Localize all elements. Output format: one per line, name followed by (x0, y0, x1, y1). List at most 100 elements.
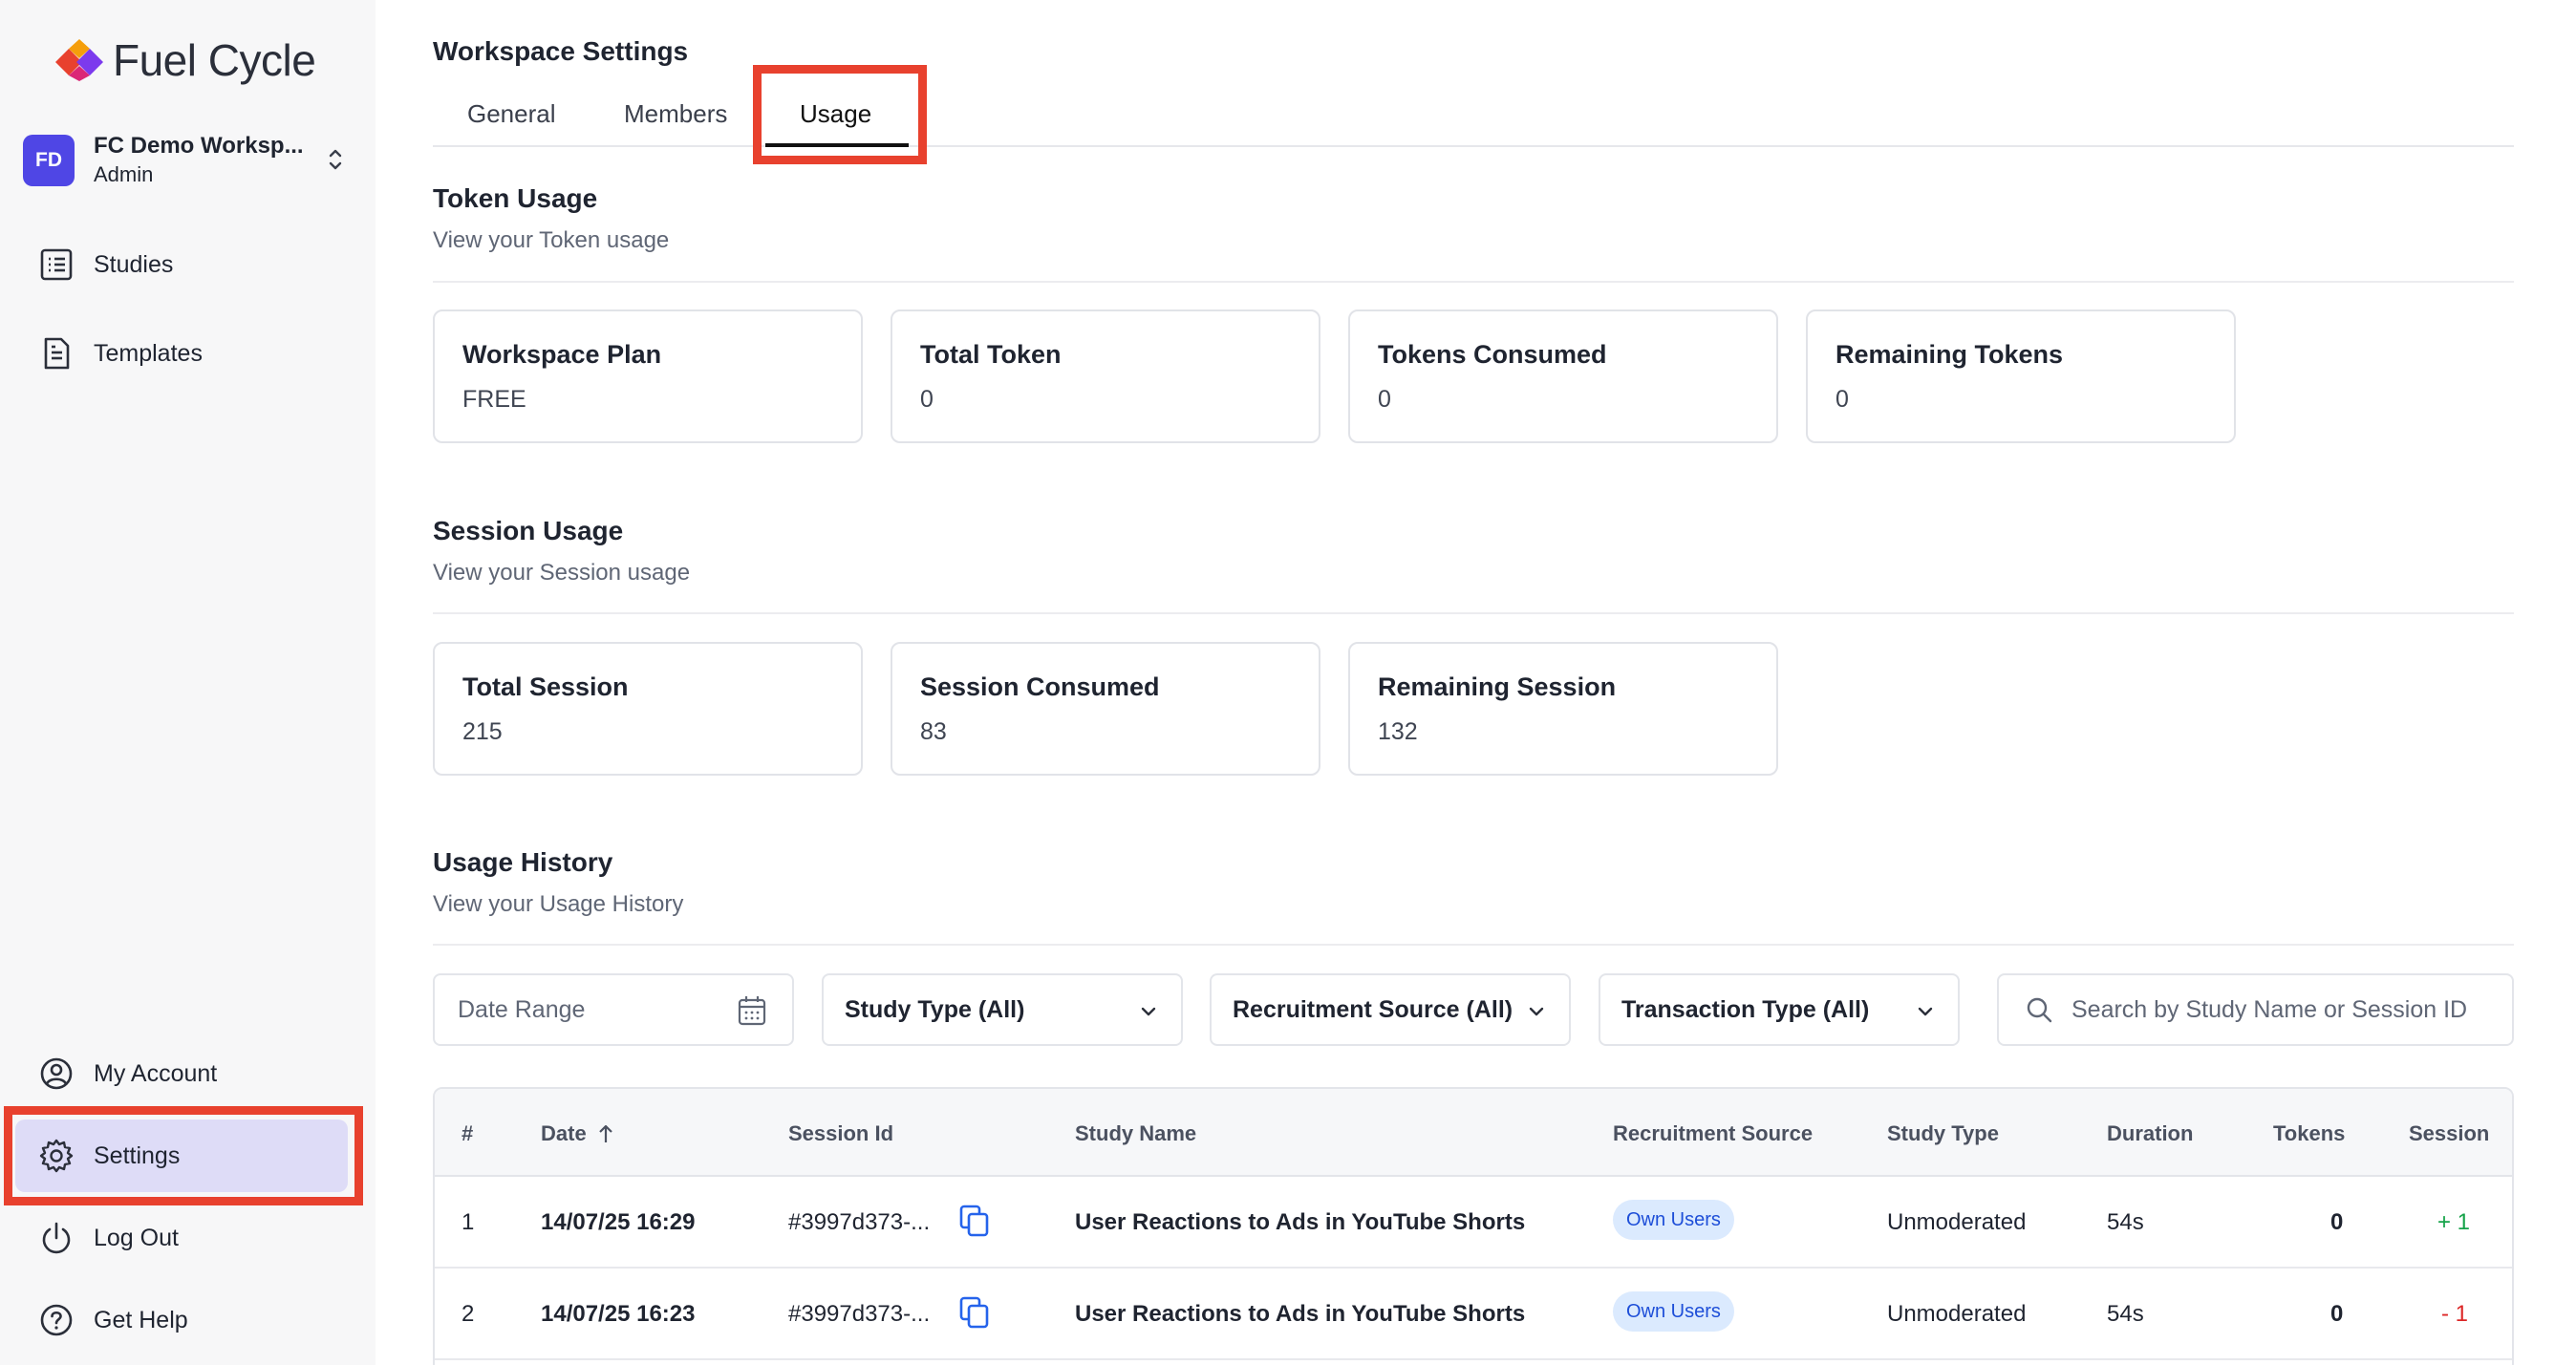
stat-value: FREE (462, 386, 526, 413)
column-header-date[interactable]: Date (541, 1121, 615, 1146)
sidebar-item-studies[interactable]: Studies (38, 241, 173, 288)
table-row[interactable]: 1 14/07/25 16:29 #3997d373-... User Reac… (435, 1177, 2512, 1269)
cell-session-change: - 1 (2441, 1301, 2469, 1327)
highlight-box-settings (4, 1106, 363, 1205)
list-icon (38, 246, 75, 283)
transaction-type-value: Transaction Type (All) (1621, 995, 1870, 1023)
help-circle-icon (38, 1302, 75, 1338)
session-usage-subtitle: View your Session usage (433, 560, 691, 586)
user-circle-icon (38, 1056, 75, 1092)
column-header-tokens: Tokens (2273, 1121, 2346, 1145)
sidebar-item-templates[interactable]: Templates (38, 330, 203, 377)
brand-logo[interactable]: Fuel Cycle (55, 35, 316, 85)
cell-tokens: 0 (2330, 1301, 2344, 1327)
stat-card-tokens-consumed: Tokens Consumed 0 (1348, 309, 1778, 443)
table-row[interactable]: 2 14/07/25 16:23 #3997d373-... User Reac… (435, 1269, 2512, 1360)
date-range-picker[interactable]: Date Range (433, 973, 794, 1046)
token-usage-title: Token Usage (433, 183, 598, 213)
usage-history-subtitle: View your Usage History (433, 891, 684, 917)
divider (433, 281, 2514, 283)
tab-members[interactable]: Members (624, 99, 727, 129)
stat-value: 0 (1835, 386, 1849, 413)
column-header-session: Session (2409, 1121, 2490, 1145)
table-header: # Date Session Id Study Name Recruitment… (435, 1089, 2512, 1177)
usage-history-title: Usage History (433, 847, 613, 877)
cell-study-type: Unmoderated (1887, 1301, 2027, 1327)
sidebar-item-label: My Account (94, 1059, 218, 1087)
sidebar-item-label: Get Help (94, 1306, 188, 1333)
calendar-icon (738, 996, 766, 1026)
column-header-session-id: Session Id (788, 1121, 894, 1145)
recruitment-source-select[interactable]: Recruitment Source (All) (1210, 973, 1571, 1046)
cell-duration: 54s (2107, 1301, 2144, 1327)
cell-study-name: User Reactions to Ads in YouTube Shorts (1075, 1301, 1526, 1327)
stat-card-workspace-plan: Workspace Plan FREE (433, 309, 863, 443)
divider (433, 612, 2514, 614)
fuel-cycle-logo-icon (55, 39, 103, 81)
column-header-recruitment-source: Recruitment Source (1613, 1121, 1814, 1145)
date-range-placeholder: Date Range (458, 995, 586, 1023)
cell-date: 14/07/25 16:29 (541, 1209, 696, 1235)
chevron-up-down-icon (329, 149, 342, 170)
workspace-avatar: FD (23, 135, 75, 186)
usage-history-table: # Date Session Id Study Name Recruitment… (433, 1087, 2514, 1365)
transaction-type-select[interactable]: Transaction Type (All) (1599, 973, 1960, 1046)
workspace-name: FC Demo Worksp... (94, 133, 304, 159)
token-usage-subtitle: View your Token usage (433, 227, 670, 253)
copy-icon[interactable] (958, 1204, 991, 1238)
stat-label: Remaining Session (1378, 672, 1617, 701)
sidebar-item-label: Log Out (94, 1224, 179, 1251)
tab-general[interactable]: General (467, 99, 556, 129)
stat-value: 132 (1378, 718, 1418, 745)
chevron-down-icon (1529, 1007, 1544, 1016)
stat-label: Workspace Plan (462, 340, 662, 369)
chevron-down-icon (1918, 1007, 1933, 1016)
column-header-number: # (462, 1121, 474, 1145)
document-icon (38, 335, 75, 372)
divider (433, 944, 2514, 946)
stat-value: 215 (462, 718, 503, 745)
sidebar-item-my-account[interactable]: My Account (38, 1050, 217, 1098)
stat-card-total-session: Total Session 215 (433, 642, 863, 776)
sidebar-item-log-out[interactable]: Log Out (38, 1214, 179, 1262)
sidebar: Fuel Cycle FD FC Demo Worksp... Admin St… (0, 0, 376, 1365)
stat-value: 83 (920, 718, 947, 745)
study-type-select[interactable]: Study Type (All) (822, 973, 1183, 1046)
stat-value: 0 (1378, 386, 1391, 413)
copy-icon[interactable] (958, 1295, 991, 1330)
stat-label: Session Consumed (920, 672, 1160, 701)
stat-card-session-consumed: Session Consumed 83 (891, 642, 1320, 776)
recruitment-source-value: Recruitment Source (All) (1233, 995, 1513, 1023)
highlight-box-usage-tab (753, 65, 927, 164)
cell-session-change: + 1 (2437, 1209, 2471, 1235)
page-title: Workspace Settings (433, 36, 689, 66)
brand-name: Fuel Cycle (113, 35, 316, 85)
recruitment-source-badge: Own Users (1613, 1200, 1734, 1240)
sidebar-item-label: Templates (94, 339, 203, 367)
search-icon (2027, 997, 2052, 1023)
sidebar-item-label: Studies (94, 250, 174, 278)
cell-duration: 54s (2107, 1209, 2144, 1235)
stat-label: Tokens Consumed (1378, 340, 1607, 369)
stat-label: Total Session (462, 672, 629, 701)
cell-study-type: Unmoderated (1887, 1209, 2027, 1235)
column-header-duration: Duration (2107, 1121, 2194, 1145)
search-input[interactable]: Search by Study Name or Session ID (1997, 973, 2514, 1046)
column-header-label: Date (541, 1121, 587, 1145)
search-placeholder: Search by Study Name or Session ID (2072, 995, 2468, 1023)
stat-card-remaining-tokens: Remaining Tokens 0 (1806, 309, 2236, 443)
column-header-study-name: Study Name (1075, 1121, 1197, 1145)
cell-tokens: 0 (2330, 1209, 2344, 1235)
workspace-role: Admin (94, 162, 154, 186)
sort-ascending-icon (598, 1124, 612, 1142)
sidebar-item-get-help[interactable]: Get Help (38, 1296, 188, 1344)
workspace-switcher[interactable]: FD FC Demo Worksp... Admin (23, 130, 348, 191)
stat-card-remaining-session: Remaining Session 132 (1348, 642, 1778, 776)
cell-number: 1 (462, 1209, 475, 1235)
chevron-down-icon (1141, 1007, 1156, 1016)
stat-label: Remaining Tokens (1835, 340, 2064, 369)
power-icon (38, 1220, 75, 1256)
session-usage-title: Session Usage (433, 516, 624, 545)
cell-number: 2 (462, 1301, 475, 1327)
study-type-value: Study Type (All) (845, 995, 1025, 1023)
